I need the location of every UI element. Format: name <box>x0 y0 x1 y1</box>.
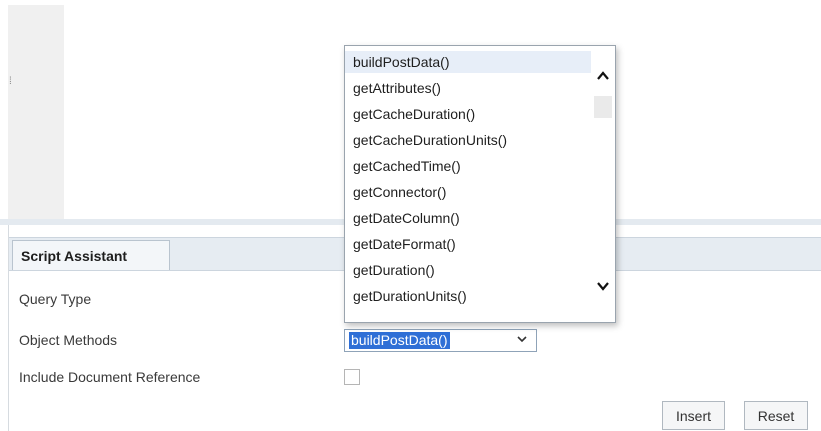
scrollbar-thumb[interactable] <box>594 96 612 118</box>
dropdown-option[interactable]: getCacheDurationUnits() <box>345 129 591 151</box>
dropdown-option[interactable]: buildPostData() <box>345 51 591 73</box>
tab-script-assistant[interactable]: Script Assistant <box>12 240 170 270</box>
reset-button[interactable]: Reset <box>744 401 808 430</box>
dropdown-option[interactable]: getDateFormat() <box>345 233 591 255</box>
object-methods-select[interactable]: buildPostData() <box>344 329 537 352</box>
include-document-reference-label: Include Document Reference <box>19 369 201 385</box>
dropdown-scrollbar[interactable] <box>591 46 615 322</box>
chevron-down-icon <box>517 336 527 343</box>
dropdown-option[interactable]: getCachedTime() <box>345 155 591 177</box>
dropdown-option[interactable]: getConnector() <box>345 181 591 203</box>
include-document-reference-checkbox[interactable] <box>344 369 360 385</box>
dropdown-option[interactable]: getDuration() <box>345 259 591 281</box>
editor-gutter: ⁞ <box>8 5 64 220</box>
dropdown-option[interactable]: getDateColumn() <box>345 207 591 229</box>
object-methods-dropdown-list: buildPostData() getAttributes() getCache… <box>344 45 616 323</box>
object-methods-label: Object Methods <box>19 332 118 348</box>
gutter-marker: ⁞ <box>9 76 12 87</box>
dropdown-option[interactable] <box>345 311 591 322</box>
dropdown-option[interactable]: getCacheDuration() <box>345 103 591 125</box>
query-type-label: Query Type <box>19 291 92 307</box>
dropdown-option[interactable]: getAttributes() <box>345 77 591 99</box>
dropdown-option[interactable]: getDurationUnits() <box>345 285 591 307</box>
chevron-up-icon[interactable] <box>595 68 611 84</box>
insert-button[interactable]: Insert <box>662 401 725 430</box>
object-methods-selected-value: buildPostData() <box>349 332 450 349</box>
chevron-down-icon[interactable] <box>595 278 611 294</box>
